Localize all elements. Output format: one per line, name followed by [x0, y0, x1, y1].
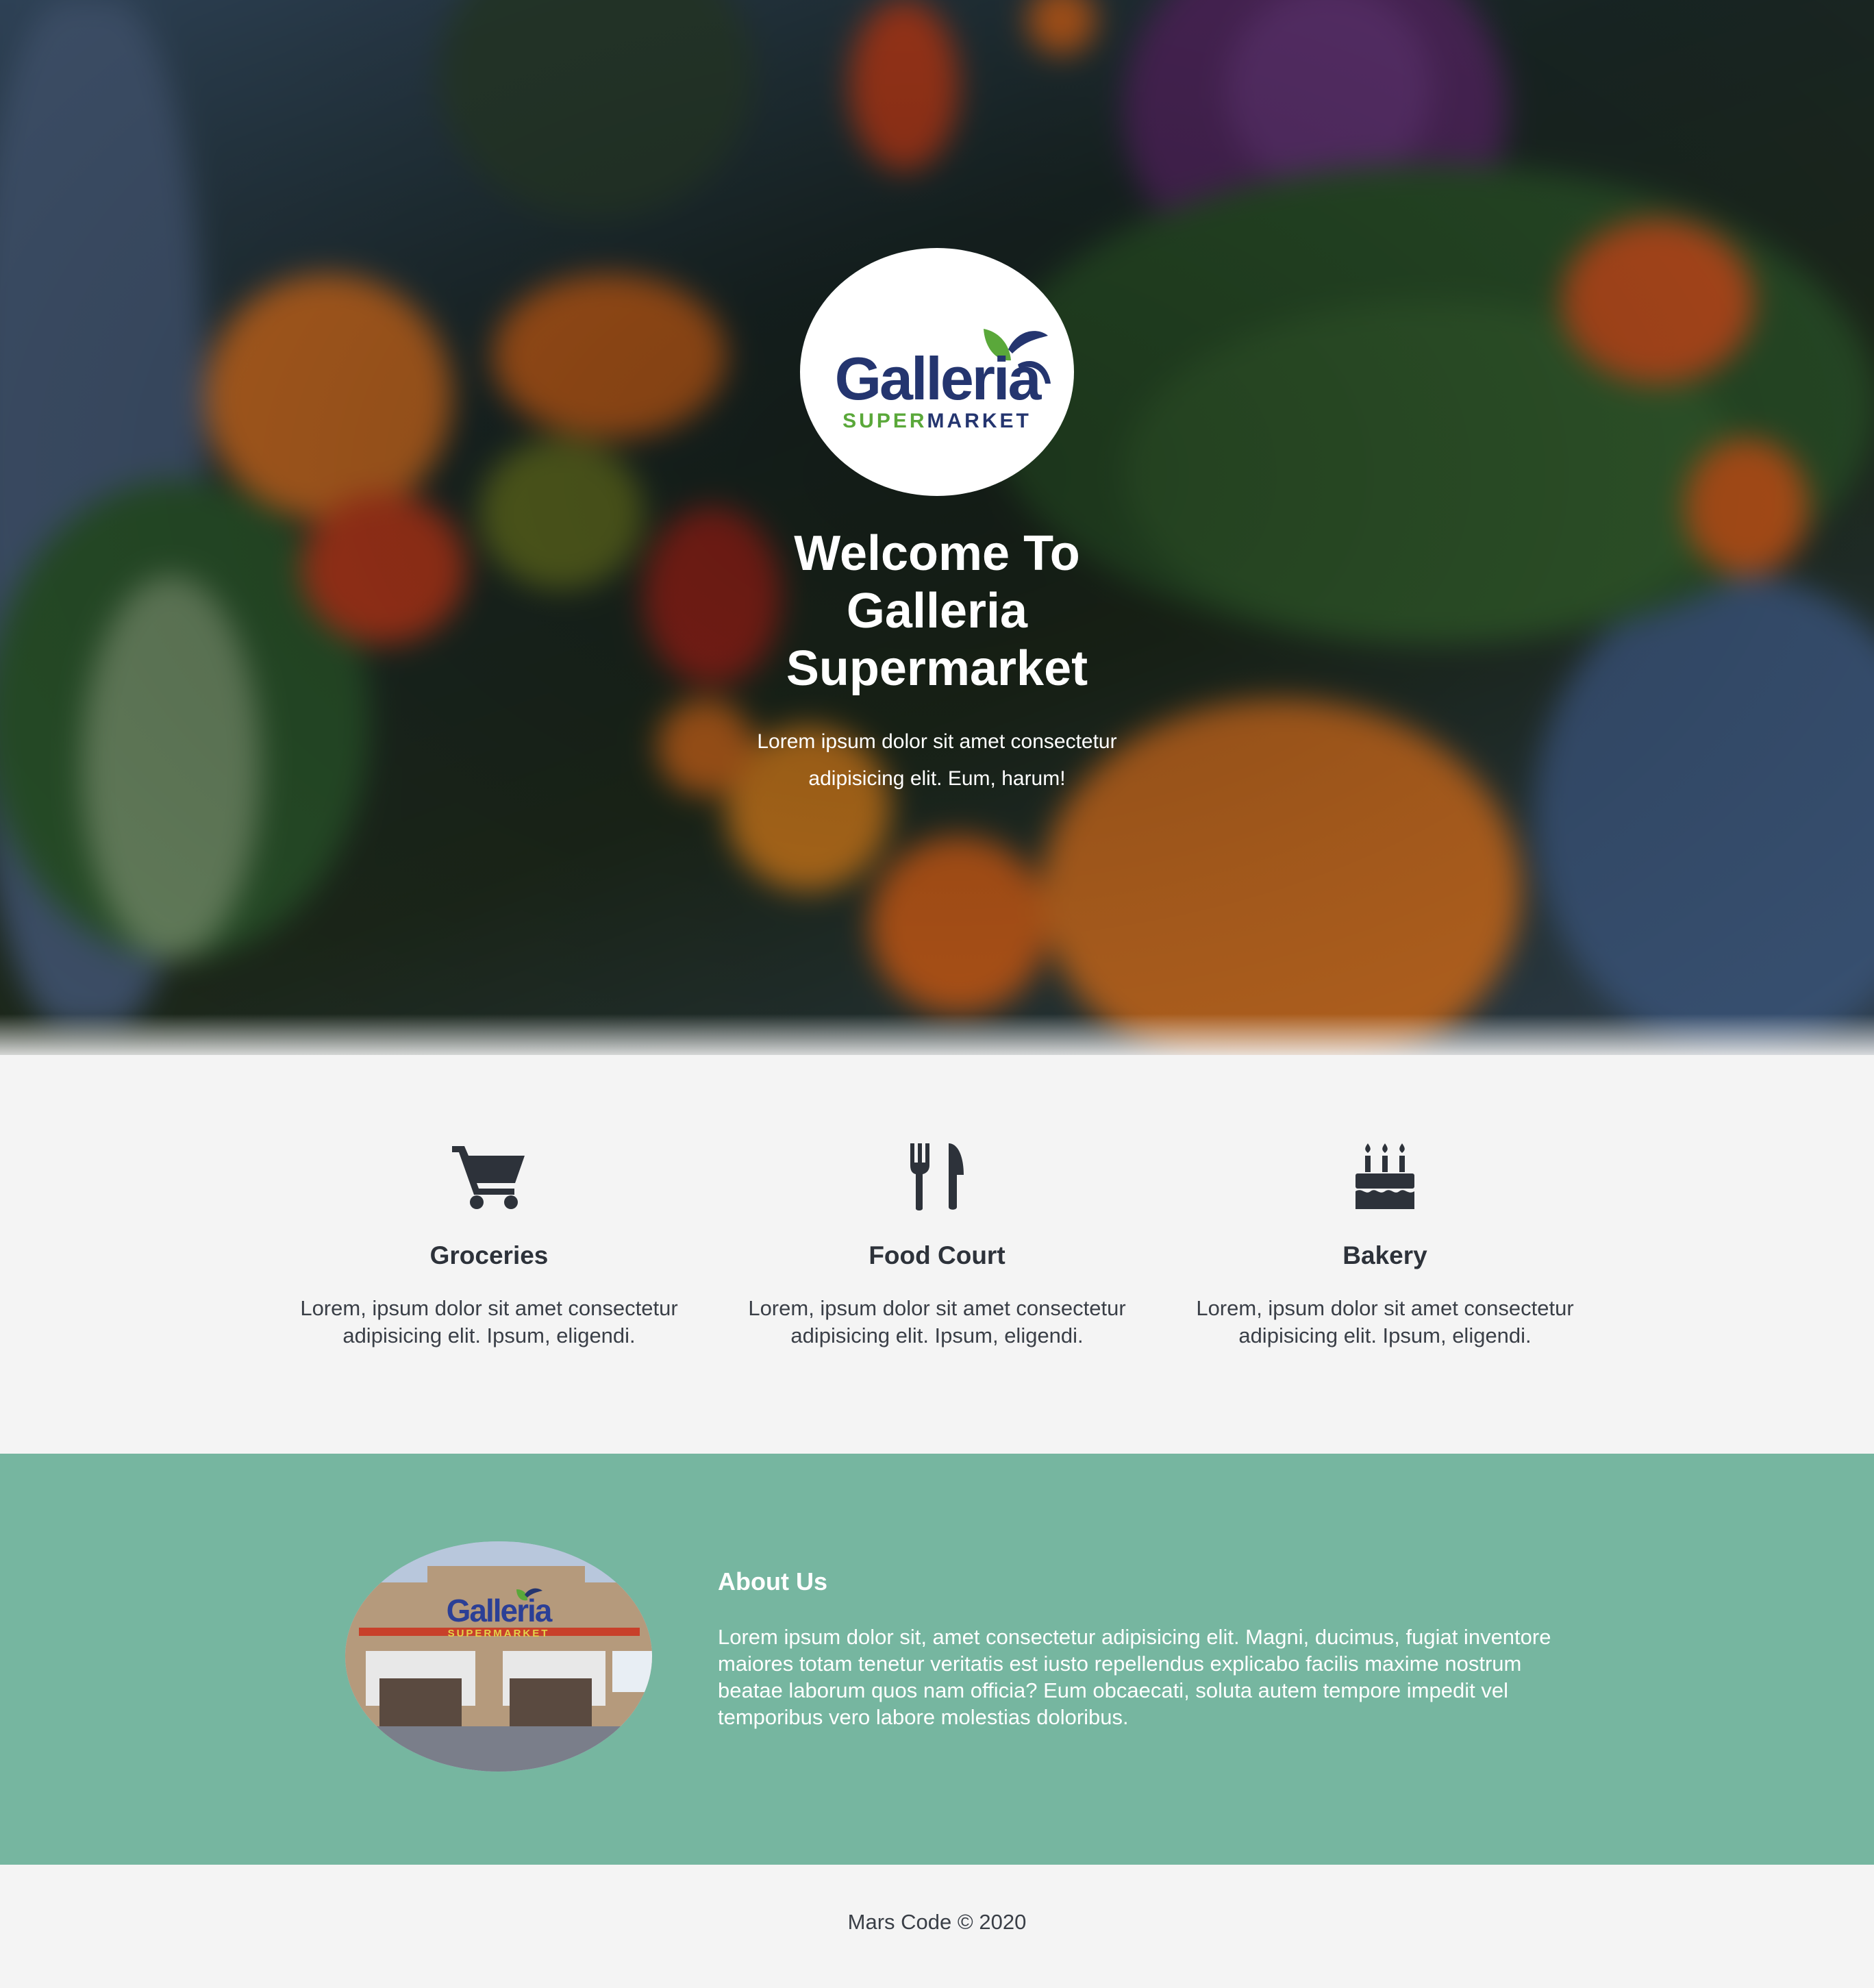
feature-text: Lorem, ipsum dolor sit amet consectetur …: [1196, 1296, 1574, 1347]
shopping-cart-icon: [452, 1146, 525, 1209]
logo-sub-market: MARKET: [927, 410, 1032, 432]
about-text: Lorem ipsum dolor sit, amet consectetur …: [718, 1625, 1551, 1729]
store-photo: Galleria SUPERMARKET: [345, 1541, 652, 1772]
store-sign-sub: SUPERMARKET: [447, 1628, 550, 1639]
feature-title: Groceries: [429, 1241, 549, 1269]
utensils-icon: [910, 1143, 964, 1210]
logo-subtitle: SUPERMARKET: [800, 410, 1074, 433]
feature-text: Lorem, ipsum dolor sit amet consectetur …: [748, 1296, 1126, 1347]
hero-subtitle: Lorem ipsum dolor sit amet consectetur a…: [757, 730, 1117, 790]
galleria-logo: Galleria SUPERMARKET: [800, 248, 1074, 496]
hero-bottom-fade: [0, 1014, 1874, 1055]
about-section: Galleria SUPERMARKET About Us Lorem ipsu…: [0, 1454, 1874, 1865]
feature-text: Lorem, ipsum dolor sit amet consectetur …: [300, 1296, 678, 1347]
hero-section: Galleria SUPERMARKET Welcome To Galleria…: [0, 0, 1874, 1055]
about-title: About Us: [718, 1567, 827, 1595]
hero-content: Galleria SUPERMARKET Welcome To Galleria…: [0, 248, 1874, 797]
feature-title: Bakery: [1342, 1241, 1427, 1269]
features-section: Groceries Lorem, ipsum dolor sit amet co…: [0, 1055, 1874, 1454]
feature-groceries: Groceries Lorem, ipsum dolor sit amet co…: [277, 1139, 701, 1350]
footer-copyright: Mars Code © 2020: [847, 1910, 1027, 1934]
logo-sub-super: SUPER: [842, 410, 927, 432]
feature-bakery: Bakery Lorem, ipsum dolor sit amet conse…: [1173, 1139, 1597, 1350]
birthday-cake-icon: [1355, 1143, 1414, 1209]
footer: Mars Code © 2020: [0, 1865, 1874, 1988]
logo-wordmark: Galleria: [834, 345, 1042, 412]
feature-title: Food Court: [869, 1241, 1005, 1269]
feature-food-court: Food Court Lorem, ipsum dolor sit amet c…: [725, 1139, 1149, 1350]
hero-title: Welcome To Galleria Supermarket: [786, 526, 1088, 696]
store-sign: Galleria: [446, 1593, 553, 1628]
